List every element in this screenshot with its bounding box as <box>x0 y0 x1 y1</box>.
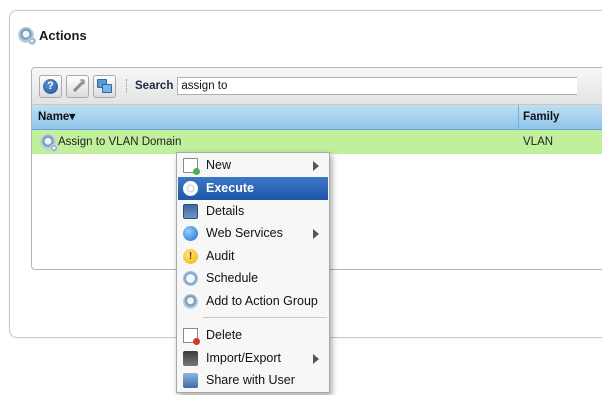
menu-item-share-with-user[interactable]: Share with User <box>178 369 328 392</box>
column-header-family[interactable]: Family <box>518 105 602 129</box>
table-header: Name▾ Family <box>32 105 602 130</box>
details-monitor-icon <box>183 204 198 219</box>
search-label: Search <box>135 80 174 92</box>
menu-item-new[interactable]: New <box>178 154 328 177</box>
context-menu: New Execute Details Web Services ! Audit… <box>176 152 330 393</box>
row-name-cell: Assign to VLAN Domain <box>58 136 182 148</box>
row-family-cell: VLAN <box>523 136 554 148</box>
delete-document-icon <box>183 328 200 345</box>
panel-header: Actions <box>18 26 87 45</box>
menu-item-schedule[interactable]: Schedule <box>178 267 328 290</box>
submenu-arrow-icon <box>313 354 319 364</box>
actions-gear-icon <box>18 27 36 45</box>
menu-item-delete[interactable]: Delete <box>178 324 328 347</box>
execute-gear-icon <box>183 181 198 196</box>
help-icon: ? <box>43 78 58 94</box>
toolbar-divider <box>126 79 129 93</box>
panel-title: Actions <box>39 27 87 43</box>
action-gear-icon <box>40 134 58 152</box>
menu-item-web-services[interactable]: Web Services <box>178 222 328 245</box>
grid-toolbar: ? Search <box>32 68 602 105</box>
menu-item-execute[interactable]: Execute <box>178 177 328 200</box>
network-icon <box>97 79 112 93</box>
wrench-icon <box>71 79 85 93</box>
share-user-icon <box>183 373 198 388</box>
submenu-arrow-icon <box>313 229 319 239</box>
action-group-gear-icon <box>183 294 198 309</box>
menu-separator <box>203 317 327 318</box>
help-button[interactable]: ? <box>39 74 62 98</box>
column-header-name[interactable]: Name▾ <box>38 105 75 129</box>
menu-item-audit[interactable]: ! Audit <box>178 245 328 268</box>
table-row[interactable]: Assign to VLAN Domain VLAN <box>32 130 602 154</box>
menu-item-add-to-action-group[interactable]: Add to Action Group <box>178 290 328 313</box>
globe-icon <box>183 226 198 241</box>
audit-warning-icon: ! <box>183 249 198 264</box>
menu-item-import-export[interactable]: Import/Export <box>178 347 328 370</box>
tools-button[interactable] <box>66 74 89 98</box>
submenu-arrow-icon <box>313 161 319 171</box>
sort-descending-icon: ▾ <box>69 111 76 123</box>
import-export-icon <box>183 351 198 366</box>
search-input[interactable] <box>177 77 578 95</box>
network-button[interactable] <box>93 74 116 98</box>
new-document-icon <box>183 158 200 175</box>
clock-icon <box>183 271 198 286</box>
menu-item-details[interactable]: Details <box>178 200 328 223</box>
